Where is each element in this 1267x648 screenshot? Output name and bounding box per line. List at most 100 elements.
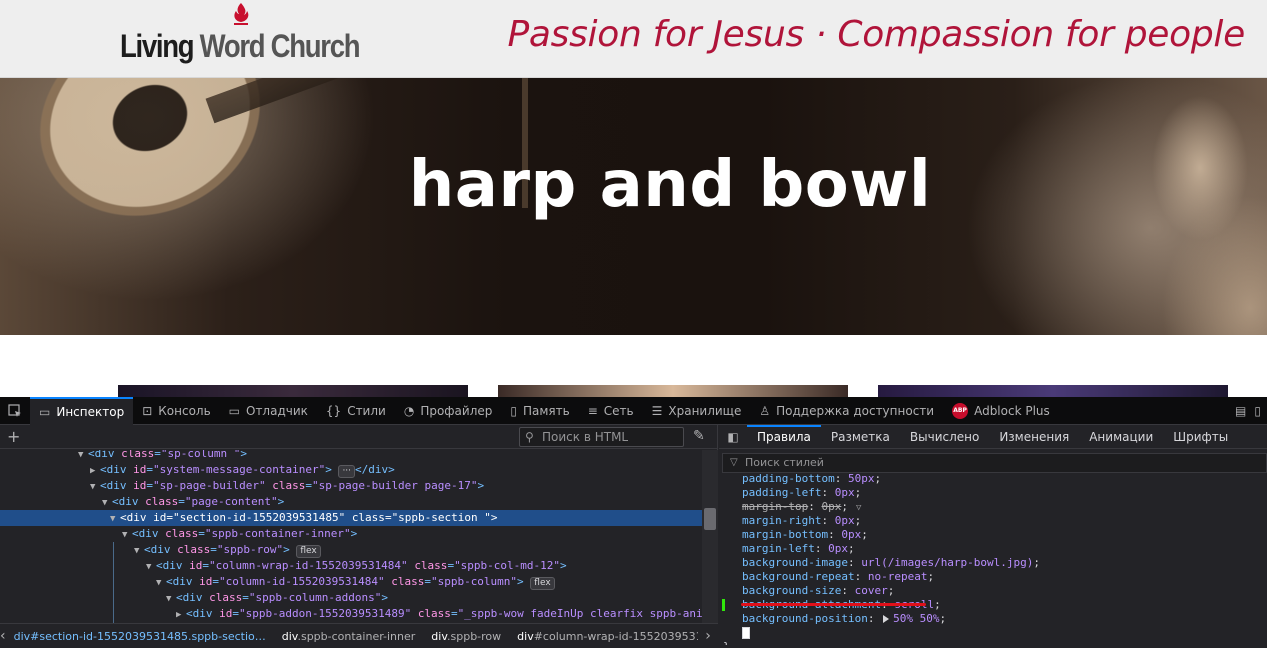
expand-arrow-icon[interactable]: ▼ <box>110 511 120 527</box>
scrollbar-thumb[interactable] <box>704 508 716 530</box>
css-property[interactable]: margin-bottom <box>742 528 828 541</box>
markup-node[interactable]: ▶ <div id="system-message-container"> ···… <box>0 462 702 478</box>
tab-computed[interactable]: Вычислено <box>900 425 989 449</box>
css-declaration[interactable]: background-repeat: no-repeat; <box>719 570 1267 584</box>
tab-network[interactable]: ≡ Сеть <box>579 397 643 425</box>
tab-changes[interactable]: Изменения <box>989 425 1079 449</box>
tab-style-editor[interactable]: {} Стили <box>317 397 395 425</box>
text-caret[interactable] <box>742 627 750 639</box>
css-property[interactable]: background-image <box>742 556 848 569</box>
church-logo[interactable]: Living Word Church <box>120 3 370 64</box>
css-declaration[interactable]: margin-left: 0px; <box>719 542 1267 556</box>
css-declaration[interactable]: margin-right: 0px; <box>719 514 1267 528</box>
collapse-arrow-icon[interactable]: ▶ <box>90 463 100 479</box>
tab-animations[interactable]: Анимации <box>1079 425 1163 449</box>
bc-rest: #column-wrap-id-1552039531484 <box>533 629 718 643</box>
flex-badge[interactable]: flex <box>530 577 555 590</box>
css-declaration[interactable]: margin-bottom: 0px; <box>719 528 1267 542</box>
add-node-icon[interactable]: + <box>7 427 20 446</box>
expand-arrow-icon[interactable]: ▼ <box>146 559 156 575</box>
css-property[interactable]: padding-bottom <box>742 472 835 485</box>
css-property[interactable]: padding-left <box>742 486 821 499</box>
expand-arrow-icon[interactable]: ▼ <box>166 591 176 607</box>
content-thumbnail[interactable] <box>878 385 1228 397</box>
expand-arrow-icon[interactable]: ▼ <box>134 543 144 559</box>
split-console-icon[interactable]: ▤ <box>1235 404 1246 418</box>
css-value[interactable]: cover <box>855 584 888 597</box>
css-declaration[interactable]: background-image: url(/images/harp-bowl.… <box>719 556 1267 570</box>
expand-arrow-icon[interactable]: ▼ <box>122 527 132 543</box>
css-value[interactable]: 0px <box>841 528 861 541</box>
css-value[interactable]: 0px <box>835 486 855 499</box>
css-property[interactable]: background-size <box>742 584 841 597</box>
breadcrumb-item[interactable]: div.sppb-row <box>423 630 509 643</box>
breadcrumb-item[interactable]: div.sppb-container-inner <box>274 630 424 643</box>
node-attr-name: class <box>177 543 211 556</box>
dock-icon[interactable]: ▯ <box>1254 404 1261 418</box>
node-attr-name: class <box>272 479 306 492</box>
css-declaration[interactable]: background-position: 50% 50%; <box>719 612 1267 626</box>
content-thumbnail[interactable] <box>498 385 848 397</box>
new-declaration-editor[interactable] <box>719 626 1267 640</box>
tab-adblock-plus[interactable]: ABP Adblock Plus <box>943 397 1059 425</box>
markup-node[interactable]: ▼ <div class="sp-column "> <box>0 450 702 462</box>
css-value[interactable]: 0px <box>821 500 841 513</box>
css-property[interactable]: margin-top <box>742 500 808 513</box>
collapse-arrow-icon[interactable]: ▶ <box>176 607 186 623</box>
tab-storage[interactable]: ☰ Хранилище <box>643 397 751 425</box>
style-filter-input[interactable]: ▽ Поиск стилей <box>722 453 1267 473</box>
breadcrumb-right-arrow[interactable]: › <box>698 628 718 644</box>
markup-node[interactable]: ▼ <div class="sppb-container-inner"> <box>0 526 702 542</box>
node-attr-value: "sppb-column" <box>430 575 518 588</box>
filter-icon[interactable]: ▽ <box>856 503 861 513</box>
css-value[interactable]: 0px <box>835 514 855 527</box>
tab-memory[interactable]: ▯ Память <box>501 397 578 425</box>
tab-debugger[interactable]: ▭ Отладчик <box>220 397 317 425</box>
markup-tree: ▼ <div class="sp-column "> ▶ <div id="syste… <box>0 450 702 624</box>
markup-node[interactable]: ▼ <div id="column-wrap-id-1552039531484" … <box>0 558 702 574</box>
bc-rest: #section-id-1552039531485.sppb-sectio… <box>30 629 266 643</box>
tab-console[interactable]: ⊡ Консоль <box>133 397 219 425</box>
css-value[interactable]: 50px <box>848 472 875 485</box>
eyedropper-icon[interactable]: ✎ <box>693 428 705 444</box>
css-declaration[interactable]: padding-bottom: 50px; <box>719 472 1267 486</box>
content-thumbnail[interactable] <box>118 385 468 397</box>
css-value[interactable]: url(/images/harp-bowl.jpg) <box>861 556 1033 569</box>
markup-node[interactable]: ▼ <div id="sp-page-builder" class="sp-pag… <box>0 478 702 494</box>
css-declaration[interactable]: padding-left: 0px; <box>719 486 1267 500</box>
expand-shorthand-icon[interactable] <box>883 615 890 623</box>
expand-arrow-icon[interactable]: ▼ <box>90 479 100 495</box>
breadcrumb-item[interactable]: div#section-id-1552039531485.sppb-sectio… <box>6 630 274 643</box>
collapsed-content-badge[interactable]: ··· <box>338 465 356 478</box>
flame-icon <box>234 3 249 25</box>
css-value[interactable]: 0px <box>828 542 848 555</box>
css-declaration[interactable]: background-size: cover; <box>719 584 1267 598</box>
tab-accessibility[interactable]: ♙ Поддержка доступности <box>750 397 943 425</box>
html-search-input[interactable]: ⚲ Поиск в HTML <box>519 427 684 447</box>
tab-fonts[interactable]: Шрифты <box>1163 425 1238 449</box>
tab-layout[interactable]: Разметка <box>821 425 900 449</box>
tab-profiler[interactable]: ◔ Профайлер <box>395 397 502 425</box>
expand-arrow-icon[interactable]: ▼ <box>156 575 166 591</box>
css-value[interactable]: no-repeat <box>868 570 928 583</box>
markup-node[interactable]: ▼ <div id="section-id-1552039531485" clas… <box>0 510 702 526</box>
markup-node[interactable]: ▶ <div id="sppb-addon-1552039531489" clas… <box>0 606 702 622</box>
css-property[interactable]: background-position <box>742 612 868 625</box>
breadcrumb-item[interactable]: div#column-wrap-id-1552039531484 <box>509 630 718 643</box>
markup-node[interactable]: ▼ <div class="page-content"> <box>0 494 702 510</box>
markup-scrollbar[interactable] <box>702 450 718 624</box>
tab-rules[interactable]: Правила <box>747 424 821 449</box>
element-picker-icon[interactable] <box>0 397 30 425</box>
expand-arrow-icon[interactable]: ▼ <box>102 495 112 511</box>
css-property[interactable]: margin-right <box>742 514 821 527</box>
markup-node[interactable]: ▼ <div class="sppb-column-addons"> <box>0 590 702 606</box>
css-property[interactable]: margin-left <box>742 542 815 555</box>
css-declaration[interactable]: margin-top: 0px; ▽ <box>719 500 1267 514</box>
flex-badge[interactable]: flex <box>296 545 321 558</box>
markup-node[interactable]: ▼ <div id="column-id-1552039531484" class… <box>0 574 702 590</box>
toggle-pane-icon[interactable]: ◧ <box>719 430 747 444</box>
css-value[interactable]: 50% 50% <box>893 612 939 625</box>
tab-inspector[interactable]: ▭ Инспектор <box>30 396 134 425</box>
css-property[interactable]: background-repeat <box>742 570 855 583</box>
markup-node[interactable]: ▼ <div class="sppb-row"> flex <box>0 542 702 558</box>
